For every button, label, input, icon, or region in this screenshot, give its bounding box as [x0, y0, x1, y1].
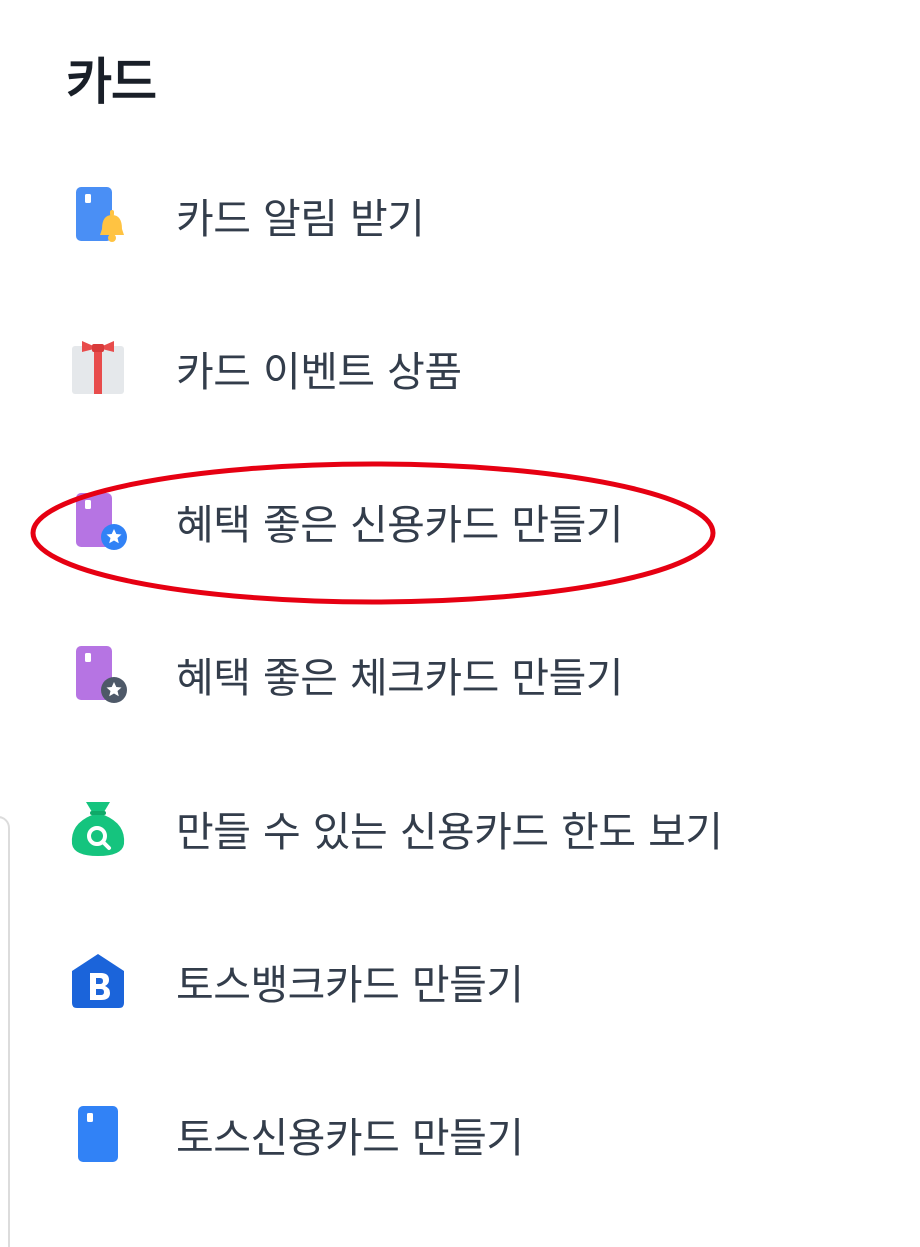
card-bell-icon [68, 185, 128, 245]
credit-card-star-icon [68, 491, 128, 551]
menu-item-benefit-credit-card[interactable]: 혜택 좋은 신용카드 만들기 [0, 471, 920, 571]
menu-item-label: 카드 알림 받기 [176, 195, 425, 243]
menu-item-label: 토스신용카드 만들기 [176, 1114, 524, 1162]
check-card-star-icon [68, 644, 128, 704]
menu-item-label: 만들 수 있는 신용카드 한도 보기 [176, 808, 723, 856]
menu-item-benefit-check-card[interactable]: 혜택 좋은 체크카드 만들기 [0, 624, 920, 724]
money-bag-search-icon [68, 798, 128, 858]
menu-item-label: 토스뱅크카드 만들기 [176, 961, 524, 1009]
section-title: 카드 [66, 53, 157, 111]
gift-icon [68, 338, 128, 398]
menu-item-card-alert[interactable]: 카드 알림 받기 [0, 165, 920, 265]
background-panel-edge [0, 816, 10, 1247]
toss-card-icon [68, 1104, 128, 1164]
menu-item-toss-credit-card[interactable]: 토스신용카드 만들기 [0, 1084, 920, 1184]
menu-item-label: 카드 이벤트 상품 [176, 348, 462, 396]
card-menu-page: 카드 카드 알림 받기 카드 이벤트 상품 혜택 좋은 신용카드 만들기 혜택 … [0, 0, 920, 1247]
toss-bank-b-icon [68, 951, 128, 1011]
menu-item-credit-limit-check[interactable]: 만들 수 있는 신용카드 한도 보기 [0, 778, 920, 878]
menu-item-toss-bank-card[interactable]: 토스뱅크카드 만들기 [0, 931, 920, 1031]
menu-item-label: 혜택 좋은 체크카드 만들기 [176, 654, 624, 702]
menu-item-card-event-products[interactable]: 카드 이벤트 상품 [0, 318, 920, 418]
menu-item-label: 혜택 좋은 신용카드 만들기 [176, 501, 624, 549]
